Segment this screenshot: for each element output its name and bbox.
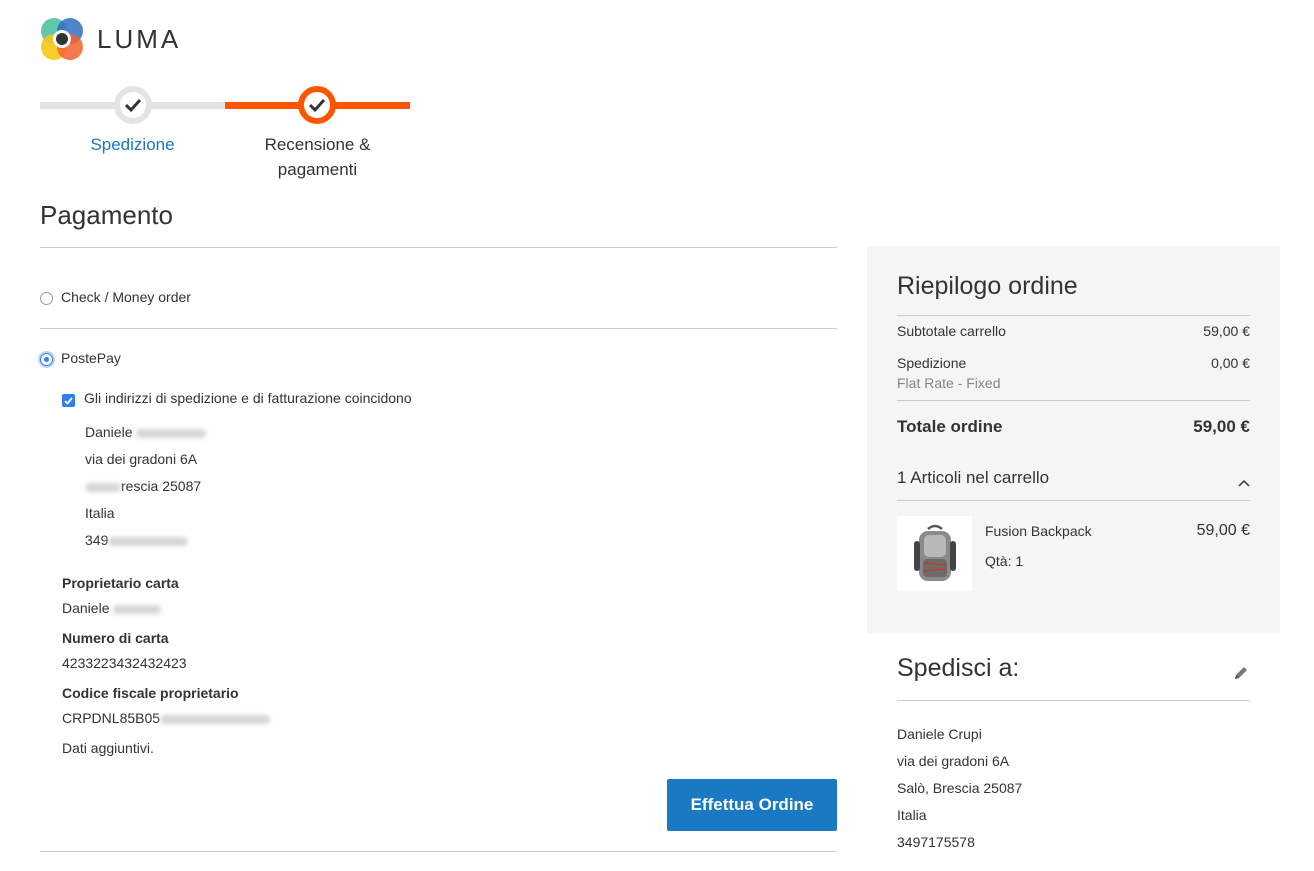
- billing-address-city: rescia 25087: [85, 478, 201, 494]
- order-total-value: 59,00 €: [1193, 417, 1250, 436]
- product-qty: Qtà: 1: [985, 553, 1024, 569]
- luma-logo[interactable]: LUMA: [40, 16, 181, 62]
- fiscal-code-label: Codice fiscale proprietario: [62, 685, 239, 701]
- redacted-blur: [136, 428, 207, 438]
- brand-name: LUMA: [97, 23, 182, 54]
- payment-title-divider: [40, 247, 837, 248]
- luma-logo-icon: [40, 17, 84, 61]
- card-owner-label: Proprietario carta: [62, 575, 179, 591]
- same-address-label[interactable]: Gli indirizzi di spedizione e di fattura…: [84, 390, 412, 406]
- redacted-blur: [108, 536, 189, 546]
- billing-city-visible: rescia 25087: [121, 478, 202, 494]
- step-review-label-line2: pagamenti: [277, 160, 358, 179]
- order-total-label: Totale ordine: [897, 417, 1003, 436]
- cart-items-divider: [897, 500, 1250, 501]
- redacted-blur: [113, 604, 162, 614]
- summary-totals-divider: [897, 400, 1250, 401]
- step-shipping-label[interactable]: Spedizione: [40, 132, 225, 157]
- billing-address-street: via dei gradoni 6A: [85, 451, 198, 467]
- product-name: Fusion Backpack: [985, 523, 1092, 539]
- same-address-checkbox[interactable]: [62, 394, 75, 407]
- card-owner-value: Daniele: [62, 600, 162, 616]
- ship-to-title: Spedisci a:: [897, 654, 1020, 682]
- product-thumbnail[interactable]: [897, 516, 972, 591]
- shipping-label: Spedizione: [897, 355, 967, 371]
- payment-method-postepay-label[interactable]: PostePay: [61, 350, 121, 366]
- backpack-icon: [913, 524, 956, 581]
- payment-method-check-label[interactable]: Check / Money order: [61, 289, 191, 305]
- ship-to-phone: 3497175578: [897, 834, 975, 850]
- place-order-button[interactable]: Effettua Ordine: [667, 779, 837, 831]
- extra-data-text: Dati aggiuntivi.: [62, 740, 154, 756]
- checkout-progress: Spedizione Recensione & pagamenti: [40, 86, 410, 186]
- pencil-edit-icon[interactable]: [1233, 665, 1249, 685]
- redacted-blur: [85, 482, 121, 492]
- ship-to-country: Italia: [897, 807, 927, 823]
- billing-name-visible: Daniele: [85, 424, 133, 440]
- order-summary-title: Riepilogo ordine: [897, 272, 1078, 300]
- shipping-method: Flat Rate - Fixed: [897, 375, 1001, 391]
- step-review-label: Recensione & pagamenti: [225, 132, 410, 182]
- fiscal-code-value: CRPDNL85B05: [62, 710, 271, 726]
- card-owner-visible: Daniele: [62, 600, 110, 616]
- ship-to-city: Salò, Brescia 25087: [897, 780, 1023, 796]
- billing-address-phone: 349: [85, 532, 189, 548]
- billing-phone-visible: 349: [85, 532, 109, 548]
- shipping-value: 0,00 €: [1211, 355, 1250, 371]
- payment-method-divider: [40, 328, 837, 329]
- subtotal-value: 59,00 €: [1203, 323, 1250, 339]
- step-shipping-check-icon[interactable]: [114, 86, 152, 124]
- fiscal-code-visible: CRPDNL85B05: [62, 710, 161, 726]
- cart-items-toggle[interactable]: 1 Articoli nel carrello: [897, 468, 1049, 488]
- ship-to-street: via dei gradoni 6A: [897, 753, 1010, 769]
- payment-method-check-radio[interactable]: [40, 292, 53, 305]
- summary-title-divider: [897, 315, 1250, 316]
- chevron-up-icon[interactable]: [1238, 472, 1250, 491]
- ship-to-name: Daniele Crupi: [897, 726, 982, 742]
- step-review-label-line1: Recensione &: [264, 135, 371, 154]
- billing-address-name: Daniele: [85, 424, 207, 440]
- card-number-value: 4233223432432423: [62, 655, 187, 671]
- payment-method-postepay-radio[interactable]: [40, 353, 53, 366]
- order-summary-panel: Riepilogo ordine Subtotale carrello 59,0…: [867, 246, 1280, 633]
- subtotal-label: Subtotale carrello: [897, 323, 1006, 339]
- redacted-blur: [160, 714, 271, 724]
- step-review-check-icon: [298, 86, 336, 124]
- payment-bottom-divider: [40, 851, 837, 852]
- billing-address-country: Italia: [85, 505, 115, 521]
- payment-title: Pagamento: [40, 200, 173, 230]
- checkmark-icon: [64, 396, 73, 405]
- ship-to-divider: [897, 700, 1250, 701]
- product-price: 59,00 €: [1196, 522, 1250, 539]
- card-number-label: Numero di carta: [62, 630, 169, 646]
